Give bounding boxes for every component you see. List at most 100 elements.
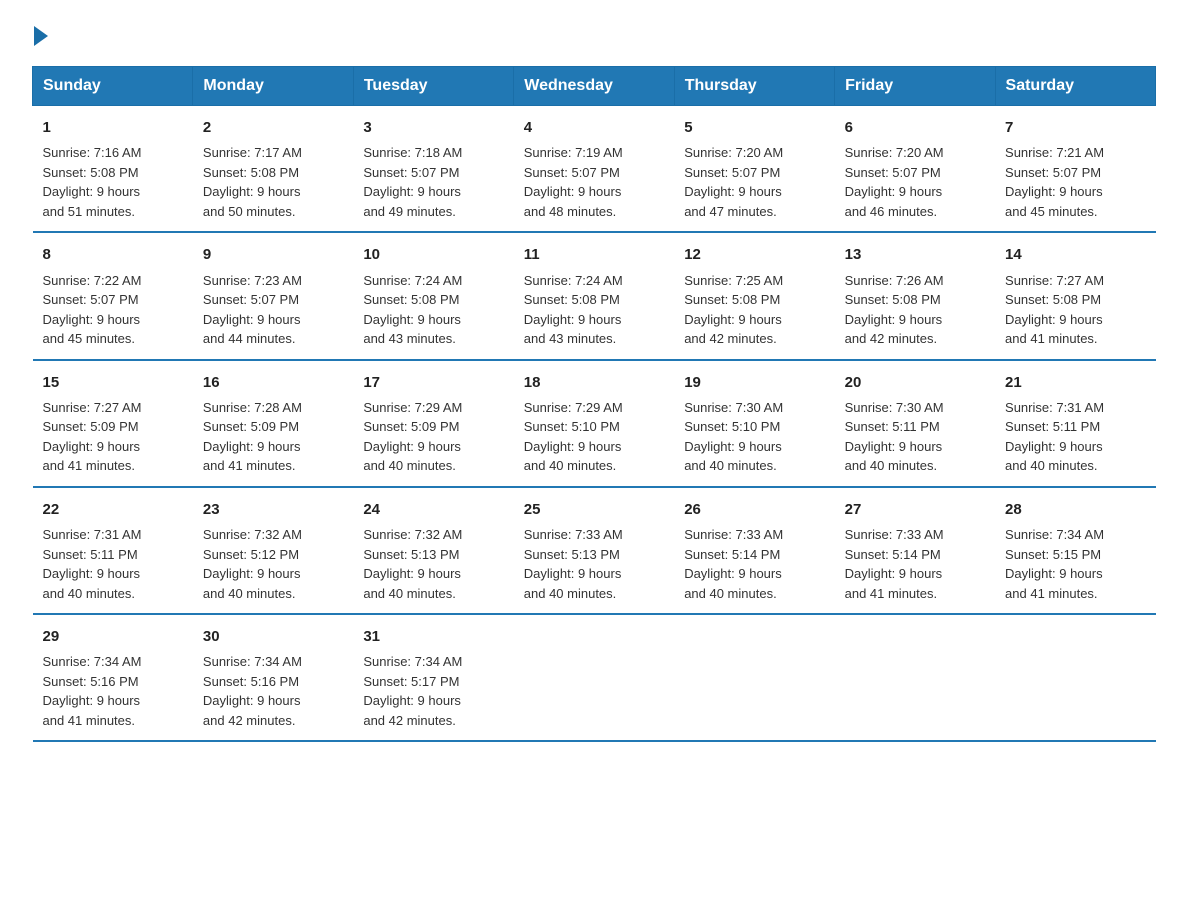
day-info: Sunrise: 7:21 AMSunset: 5:07 PMDaylight:…: [1005, 143, 1145, 221]
day-number: 16: [203, 371, 343, 394]
calendar-week-row: 22 Sunrise: 7:31 AMSunset: 5:11 PMDayligh…: [33, 487, 1156, 614]
day-info: Sunrise: 7:31 AMSunset: 5:11 PMDaylight:…: [43, 525, 183, 603]
day-info: Sunrise: 7:29 AMSunset: 5:10 PMDaylight:…: [524, 398, 664, 476]
calendar-cell: 16Sunrise: 7:28 AMSunset: 5:09 PMDayligh…: [193, 360, 353, 487]
day-number: 19: [684, 371, 824, 394]
day-info: Sunrise: 7:29 AMSunset: 5:09 PMDaylight:…: [363, 398, 503, 476]
day-info: Sunrise: 7:31 AMSunset: 5:11 PMDaylight:…: [1005, 398, 1145, 476]
day-number: 13: [845, 243, 985, 266]
day-number: 8: [43, 243, 183, 266]
calendar-cell: 8 Sunrise: 7:22 AMSunset: 5:07 PMDaylight…: [33, 232, 193, 359]
calendar-cell: 19 Sunrise: 7:30 AMSunset: 5:10 PMDayligh…: [674, 360, 834, 487]
day-info: Sunrise: 7:17 AMSunset: 5:08 PMDaylight:…: [203, 143, 343, 221]
day-number: 17: [363, 371, 503, 394]
day-info: Sunrise: 7:34 AMSunset: 5:15 PMDaylight:…: [1005, 525, 1145, 603]
day-info: Sunrise: 7:20 AMSunset: 5:07 PMDaylight:…: [684, 143, 824, 221]
weekday-header-thursday: Thursday: [674, 67, 834, 106]
day-info: Sunrise: 7:24 AMSunset: 5:08 PMDaylight:…: [524, 271, 664, 349]
calendar-cell: 31Sunrise: 7:34 AMSunset: 5:17 PMDayligh…: [353, 614, 513, 741]
calendar-cell: 23 Sunrise: 7:32 AMSunset: 5:12 PMDayligh…: [193, 487, 353, 614]
calendar-cell: 20 Sunrise: 7:30 AMSunset: 5:11 PMDayligh…: [835, 360, 995, 487]
calendar-cell: 28 Sunrise: 7:34 AMSunset: 5:15 PMDayligh…: [995, 487, 1155, 614]
calendar-cell: 10Sunrise: 7:24 AMSunset: 5:08 PMDayligh…: [353, 232, 513, 359]
day-info: Sunrise: 7:23 AMSunset: 5:07 PMDaylight:…: [203, 271, 343, 349]
day-info: Sunrise: 7:34 AMSunset: 5:16 PMDaylight:…: [203, 652, 343, 730]
page-header: [32, 24, 1156, 46]
calendar-cell: 25Sunrise: 7:33 AMSunset: 5:13 PMDayligh…: [514, 487, 674, 614]
day-number: 7: [1005, 116, 1145, 139]
day-info: Sunrise: 7:30 AMSunset: 5:10 PMDaylight:…: [684, 398, 824, 476]
day-number: 29: [43, 625, 183, 648]
day-number: 6: [845, 116, 985, 139]
weekday-header-friday: Friday: [835, 67, 995, 106]
calendar-cell: [995, 614, 1155, 741]
logo-arrow-icon: [34, 26, 48, 46]
day-info: Sunrise: 7:32 AMSunset: 5:12 PMDaylight:…: [203, 525, 343, 603]
calendar-cell: [835, 614, 995, 741]
day-info: Sunrise: 7:33 AMSunset: 5:14 PMDaylight:…: [845, 525, 985, 603]
weekday-header-saturday: Saturday: [995, 67, 1155, 106]
calendar-cell: 4 Sunrise: 7:19 AMSunset: 5:07 PMDaylight…: [514, 106, 674, 233]
day-info: Sunrise: 7:34 AMSunset: 5:16 PMDaylight:…: [43, 652, 183, 730]
day-number: 21: [1005, 371, 1145, 394]
day-number: 15: [43, 371, 183, 394]
day-info: Sunrise: 7:19 AMSunset: 5:07 PMDaylight:…: [524, 143, 664, 221]
day-info: Sunrise: 7:18 AMSunset: 5:07 PMDaylight:…: [363, 143, 503, 221]
calendar-cell: 26Sunrise: 7:33 AMSunset: 5:14 PMDayligh…: [674, 487, 834, 614]
calendar-cell: 13 Sunrise: 7:26 AMSunset: 5:08 PMDayligh…: [835, 232, 995, 359]
day-number: 22: [43, 498, 183, 521]
calendar-cell: 12 Sunrise: 7:25 AMSunset: 5:08 PMDayligh…: [674, 232, 834, 359]
day-number: 23: [203, 498, 343, 521]
day-number: 12: [684, 243, 824, 266]
calendar-cell: 22 Sunrise: 7:31 AMSunset: 5:11 PMDayligh…: [33, 487, 193, 614]
calendar-cell: 27 Sunrise: 7:33 AMSunset: 5:14 PMDayligh…: [835, 487, 995, 614]
day-number: 4: [524, 116, 664, 139]
day-info: Sunrise: 7:22 AMSunset: 5:07 PMDaylight:…: [43, 271, 183, 349]
day-number: 24: [363, 498, 503, 521]
day-number: 27: [845, 498, 985, 521]
day-number: 14: [1005, 243, 1145, 266]
day-number: 9: [203, 243, 343, 266]
calendar-cell: 15Sunrise: 7:27 AMSunset: 5:09 PMDayligh…: [33, 360, 193, 487]
day-number: 28: [1005, 498, 1145, 521]
weekday-header-row: SundayMondayTuesdayWednesdayThursdayFrid…: [33, 67, 1156, 106]
calendar-week-row: 15Sunrise: 7:27 AMSunset: 5:09 PMDayligh…: [33, 360, 1156, 487]
calendar-cell: 3 Sunrise: 7:18 AMSunset: 5:07 PMDaylight…: [353, 106, 513, 233]
day-number: 20: [845, 371, 985, 394]
calendar-cell: 6Sunrise: 7:20 AMSunset: 5:07 PMDaylight…: [835, 106, 995, 233]
calendar-cell: 30 Sunrise: 7:34 AMSunset: 5:16 PMDayligh…: [193, 614, 353, 741]
weekday-header-wednesday: Wednesday: [514, 67, 674, 106]
day-info: Sunrise: 7:27 AMSunset: 5:08 PMDaylight:…: [1005, 271, 1145, 349]
calendar-cell: 18 Sunrise: 7:29 AMSunset: 5:10 PMDayligh…: [514, 360, 674, 487]
calendar-table: SundayMondayTuesdayWednesdayThursdayFrid…: [32, 66, 1156, 742]
day-info: Sunrise: 7:16 AMSunset: 5:08 PMDaylight:…: [43, 143, 183, 221]
day-number: 31: [363, 625, 503, 648]
calendar-cell: 11 Sunrise: 7:24 AMSunset: 5:08 PMDayligh…: [514, 232, 674, 359]
calendar-cell: 14 Sunrise: 7:27 AMSunset: 5:08 PMDayligh…: [995, 232, 1155, 359]
day-number: 3: [363, 116, 503, 139]
day-number: 25: [524, 498, 664, 521]
day-number: 26: [684, 498, 824, 521]
weekday-header-monday: Monday: [193, 67, 353, 106]
calendar-cell: 21 Sunrise: 7:31 AMSunset: 5:11 PMDayligh…: [995, 360, 1155, 487]
day-info: Sunrise: 7:25 AMSunset: 5:08 PMDaylight:…: [684, 271, 824, 349]
calendar-week-row: 29 Sunrise: 7:34 AMSunset: 5:16 PMDayligh…: [33, 614, 1156, 741]
calendar-week-row: 8 Sunrise: 7:22 AMSunset: 5:07 PMDaylight…: [33, 232, 1156, 359]
day-number: 30: [203, 625, 343, 648]
calendar-cell: 5 Sunrise: 7:20 AMSunset: 5:07 PMDaylight…: [674, 106, 834, 233]
day-number: 11: [524, 243, 664, 266]
calendar-cell: 1 Sunrise: 7:16 AMSunset: 5:08 PMDaylight…: [33, 106, 193, 233]
day-number: 10: [363, 243, 503, 266]
weekday-header-sunday: Sunday: [33, 67, 193, 106]
calendar-cell: 7 Sunrise: 7:21 AMSunset: 5:07 PMDaylight…: [995, 106, 1155, 233]
calendar-week-row: 1 Sunrise: 7:16 AMSunset: 5:08 PMDaylight…: [33, 106, 1156, 233]
day-number: 1: [43, 116, 183, 139]
day-number: 18: [524, 371, 664, 394]
calendar-cell: 17 Sunrise: 7:29 AMSunset: 5:09 PMDayligh…: [353, 360, 513, 487]
calendar-cell: 24Sunrise: 7:32 AMSunset: 5:13 PMDayligh…: [353, 487, 513, 614]
day-number: 5: [684, 116, 824, 139]
day-info: Sunrise: 7:30 AMSunset: 5:11 PMDaylight:…: [845, 398, 985, 476]
calendar-cell: 9 Sunrise: 7:23 AMSunset: 5:07 PMDaylight…: [193, 232, 353, 359]
day-info: Sunrise: 7:26 AMSunset: 5:08 PMDaylight:…: [845, 271, 985, 349]
calendar-cell: [674, 614, 834, 741]
